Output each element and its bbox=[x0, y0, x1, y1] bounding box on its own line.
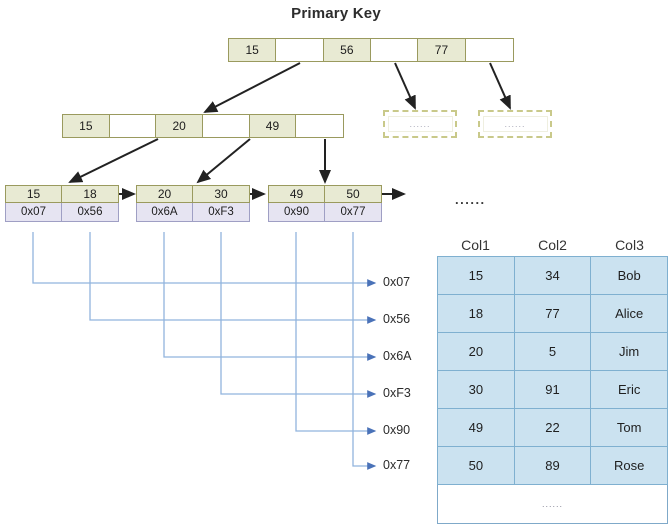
btree-internal-node: 15 20 49 bbox=[62, 114, 344, 138]
leaf-key-row: 20 30 bbox=[136, 185, 250, 203]
table-cell-col2: 22 bbox=[513, 408, 592, 447]
leaf-pointer-cell-0: 0x6A bbox=[137, 203, 193, 221]
table-cell-col2: 77 bbox=[513, 294, 592, 333]
leaf-pointer-cell-1: 0x56 bbox=[62, 203, 118, 221]
placeholder-ellipsis: ...... bbox=[387, 115, 453, 133]
arrow-level2-to-leaf-1 bbox=[68, 138, 159, 183]
internal-pointer-cell-1 bbox=[109, 115, 157, 137]
root-pointer-cell-5 bbox=[465, 39, 513, 61]
table-more-ellipsis: ...... bbox=[437, 484, 668, 524]
root-key-cell-0: 15 bbox=[229, 39, 277, 61]
table-cell-col1: 18 bbox=[437, 294, 515, 333]
row-offset-label: 0x56 bbox=[383, 312, 411, 326]
table-cell-col2: 5 bbox=[513, 332, 592, 371]
btree-placeholder-node-2: ...... bbox=[478, 110, 552, 138]
table-cell-col1: 49 bbox=[437, 408, 515, 447]
arrow-level2-to-leaf-2 bbox=[196, 138, 251, 184]
table-cell-col1: 20 bbox=[437, 332, 515, 371]
table-cell-col3: Tom bbox=[590, 408, 668, 447]
table-column-header-2: Col3 bbox=[615, 237, 644, 253]
table-row: 49 22 Tom bbox=[437, 408, 668, 447]
internal-pointer-cell-5 bbox=[296, 115, 343, 137]
pointer-links bbox=[32, 232, 377, 470]
leaf-key-cell-0: 20 bbox=[137, 186, 193, 202]
btree-leaf-node: 15 18 0x07 0x56 bbox=[5, 185, 119, 222]
table-cell-col3: Alice bbox=[590, 294, 668, 333]
leaf-pointer-row: 0x90 0x77 bbox=[268, 203, 382, 222]
table-row: 18 77 Alice bbox=[437, 294, 668, 333]
table-cell-col3: Rose bbox=[590, 446, 668, 485]
row-offset-label: 0x6A bbox=[383, 349, 412, 363]
data-table-headers: Col1 Col2 Col3 bbox=[437, 234, 668, 256]
internal-pointer-cell-3 bbox=[202, 115, 250, 137]
btree-leaf-node: 20 30 0x6A 0xF3 bbox=[136, 185, 250, 222]
root-key-cell-2: 56 bbox=[323, 39, 371, 61]
table-row: 15 34 Bob bbox=[437, 256, 668, 295]
table-cell-col2: 34 bbox=[513, 256, 592, 295]
leaf-pointer-row: 0x07 0x56 bbox=[5, 203, 119, 222]
leaf-key-cell-1: 50 bbox=[325, 186, 381, 202]
internal-key-cell-4: 49 bbox=[249, 115, 297, 137]
row-offset-label: 0xF3 bbox=[383, 386, 411, 400]
table-row: 50 89 Rose bbox=[437, 446, 668, 485]
table-more-row: ...... bbox=[437, 484, 668, 524]
root-pointer-cell-3 bbox=[370, 39, 419, 61]
leaf-key-cell-1: 30 bbox=[193, 186, 249, 202]
table-cell-col3: Jim bbox=[590, 332, 668, 371]
arrow-root-to-placeholder-2 bbox=[489, 62, 511, 110]
table-ellipsis-above: ...... bbox=[455, 192, 486, 207]
arrow-root-to-placeholder-1 bbox=[394, 62, 416, 110]
table-column-header-0: Col1 bbox=[461, 237, 490, 253]
data-table-container: Col1 Col2 Col3 15 34 Bob 18 77 Alice 20 5 Jim 30 91 E… bbox=[437, 234, 668, 524]
leaf-key-row: 49 50 bbox=[268, 185, 382, 203]
root-key-cell-4: 77 bbox=[418, 39, 466, 61]
placeholder-ellipsis: ...... bbox=[482, 115, 548, 133]
leaf-pointer-row: 0x6A 0xF3 bbox=[136, 203, 250, 222]
table-cell-col3: Eric bbox=[590, 370, 668, 409]
row-offset-label: 0x77 bbox=[383, 458, 411, 472]
page-title: Primary Key bbox=[291, 5, 381, 22]
arrow-root-to-level2 bbox=[203, 62, 301, 113]
btree-root-node: 15 56 77 bbox=[228, 38, 514, 62]
row-offset-label: 0x90 bbox=[383, 423, 411, 437]
root-pointer-cell-1 bbox=[276, 39, 324, 61]
table-cell-col3: Bob bbox=[590, 256, 668, 295]
diagram-canvas: Primary Key 15 56 77 15 20 49 ...... ...... … bbox=[0, 0, 672, 529]
table-row: 20 5 Jim bbox=[437, 332, 668, 371]
leaf-pointer-cell-0: 0x90 bbox=[269, 203, 325, 221]
btree-placeholder-node-1: ...... bbox=[383, 110, 457, 138]
table-cell-col1: 30 bbox=[437, 370, 515, 409]
leaf-pointer-cell-1: 0xF3 bbox=[193, 203, 249, 221]
leaf-pointer-cell-0: 0x07 bbox=[6, 203, 62, 221]
leaf-pointer-cell-1: 0x77 bbox=[325, 203, 381, 221]
table-cell-col1: 15 bbox=[437, 256, 515, 295]
data-table: 15 34 Bob 18 77 Alice 20 5 Jim 30 91 Eric 49 22 Tom 50 8… bbox=[437, 256, 668, 524]
btree-leaf-node: 49 50 0x90 0x77 bbox=[268, 185, 382, 222]
internal-key-cell-0: 15 bbox=[63, 115, 110, 137]
table-column-header-1: Col2 bbox=[538, 237, 567, 253]
table-cell-col2: 91 bbox=[513, 370, 592, 409]
table-cell-col2: 89 bbox=[513, 446, 592, 485]
leaf-key-row: 15 18 bbox=[5, 185, 119, 203]
leaf-key-cell-0: 15 bbox=[6, 186, 62, 202]
row-offset-label: 0x07 bbox=[383, 275, 411, 289]
table-cell-col1: 50 bbox=[437, 446, 515, 485]
leaf-key-cell-0: 49 bbox=[269, 186, 325, 202]
leaf-key-cell-1: 18 bbox=[62, 186, 118, 202]
table-row: 30 91 Eric bbox=[437, 370, 668, 409]
internal-key-cell-2: 20 bbox=[156, 115, 203, 137]
